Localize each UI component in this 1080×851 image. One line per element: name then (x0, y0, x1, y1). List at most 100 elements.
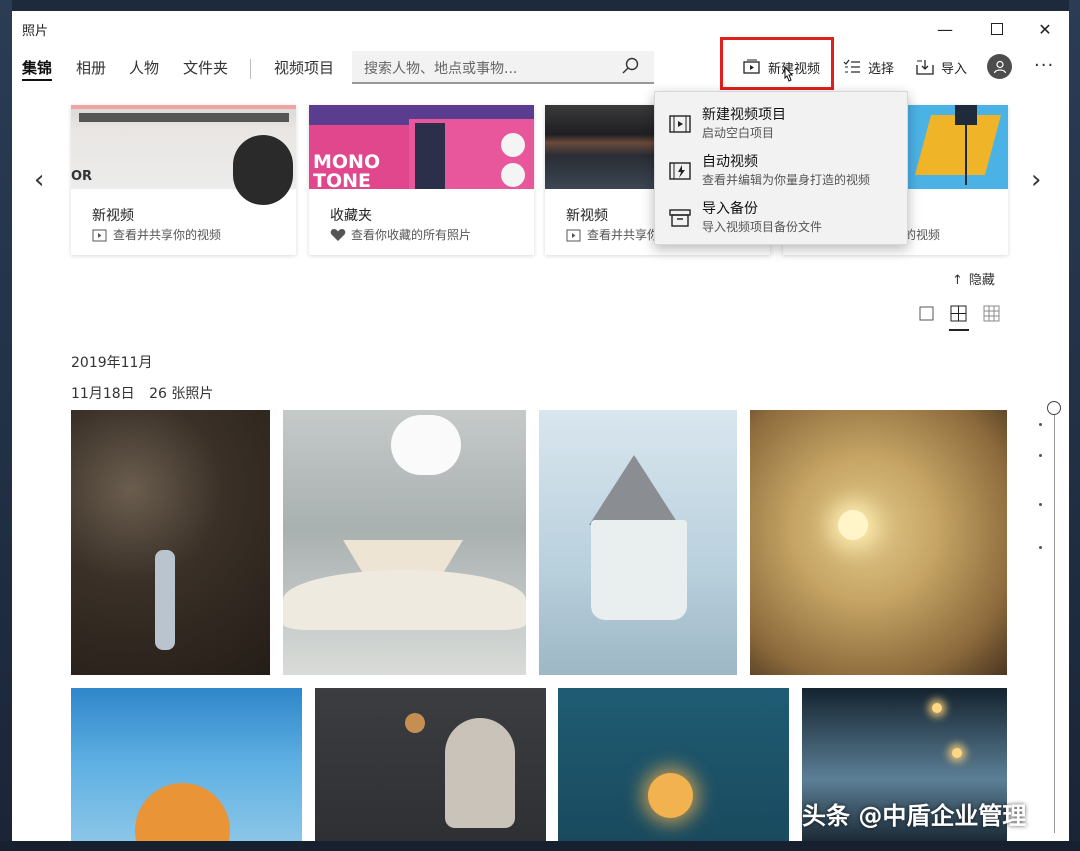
tab-collection[interactable]: 集锦 (22, 57, 53, 81)
menu-item-auto-video[interactable]: 自动视频 查看并编辑为你量身打造的视频 (655, 149, 907, 196)
thumbnail-text: OR (71, 169, 93, 184)
search-icon[interactable] (620, 56, 640, 76)
photo-thumbnail[interactable] (283, 410, 526, 675)
import-icon (915, 57, 935, 77)
maximize-button[interactable] (973, 11, 1021, 47)
menu-item-desc: 查看并编辑为你量身打造的视频 (702, 173, 871, 187)
video-icon (92, 228, 108, 242)
photo-thumbnail[interactable] (558, 688, 789, 841)
card-title: 新视频 (566, 208, 608, 224)
app-title: 照片 (22, 24, 49, 39)
photo-detail (445, 718, 515, 828)
menu-item-import-backup[interactable]: 导入备份 导入视频项目备份文件 (655, 196, 907, 243)
arrow-up-icon: ↑ (952, 273, 963, 288)
thumbnail-text: MONO TONE (313, 151, 381, 192)
timeline-scrollbar[interactable] (1054, 413, 1055, 833)
large-tile-view-icon[interactable] (918, 305, 936, 323)
photo-detail (952, 748, 962, 758)
photos-window: 照片 — ✕ 集锦 相册 人物 文件夹 视频项目 搜索人物、地点或事物... 新… (12, 11, 1069, 841)
top-navigation: 集锦 相册 人物 文件夹 视频项目 搜索人物、地点或事物... 新建视频 选择 (12, 51, 1069, 91)
card-thumbnail: OR (71, 105, 296, 205)
view-active-indicator (949, 329, 969, 331)
account-avatar[interactable] (987, 54, 1012, 79)
tab-albums[interactable]: 相册 (76, 57, 106, 87)
import-button[interactable]: 导入 (915, 50, 967, 84)
mouse-cursor-icon (784, 66, 794, 82)
day-label: 11月18日 (71, 386, 135, 402)
month-header: 2019年11月 (71, 355, 153, 371)
card-title: 收藏夹 (330, 208, 372, 224)
highlights-carousel: ‹ OR 新视频 查看并共享你的视频 MONO TONE 收藏夹 查看你收藏的所… (12, 105, 1069, 257)
import-label: 导入 (941, 61, 968, 77)
tab-video-projects[interactable]: 视频项目 (274, 57, 334, 87)
photo-thumbnail[interactable] (71, 410, 270, 675)
menu-item-title: 新建视频项目 (702, 107, 786, 123)
menu-item-new-video-project[interactable]: 新建视频项目 启动空白项目 (655, 102, 907, 149)
search-input[interactable]: 搜索人物、地点或事物... (364, 58, 517, 78)
search-box[interactable]: 搜索人物、地点或事物... (352, 51, 654, 84)
photo-thumbnail[interactable] (750, 410, 1007, 675)
photo-detail (135, 783, 230, 841)
photo-detail (648, 773, 693, 818)
card-thumbnail: MONO TONE (309, 105, 534, 192)
card-title: 新视频 (92, 208, 134, 224)
hide-label: 隐藏 (968, 273, 995, 288)
more-options-button[interactable]: ··· (1034, 55, 1054, 76)
highlight-card[interactable]: MONO TONE 收藏夹 查看你收藏的所有照片 (309, 105, 534, 255)
timeline-marker[interactable] (1039, 423, 1042, 426)
photo-thumbnail[interactable] (539, 410, 737, 675)
timeline-marker[interactable] (1039, 503, 1042, 506)
desktop-background-left (0, 0, 12, 851)
photo-detail (155, 550, 175, 650)
thumbnail-detail (233, 135, 293, 205)
chevron-right-icon: › (1031, 165, 1042, 195)
carousel-prev-button[interactable]: ‹ (34, 165, 44, 195)
desktop-background-bottom (0, 841, 1080, 851)
desktop-background-right (1069, 0, 1080, 851)
nav-divider (250, 59, 251, 79)
card-subtitle: 查看并共享你的视频 (113, 228, 222, 242)
thumbnail-detail (71, 105, 296, 109)
select-button[interactable]: 选择 (842, 50, 894, 84)
thumbnail-detail (501, 133, 525, 157)
minimize-button[interactable]: — (921, 11, 969, 47)
photo-detail (932, 703, 942, 713)
new-video-dropdown-menu: 新建视频项目 启动空白项目 自动视频 查看并编辑为你量身打造的视频 导入备份 导… (654, 91, 908, 245)
photo-detail (589, 455, 679, 525)
tab-people[interactable]: 人物 (129, 57, 159, 87)
tab-folders[interactable]: 文件夹 (183, 57, 228, 87)
photo-detail (838, 510, 868, 540)
timeline-marker[interactable] (1039, 546, 1042, 549)
hide-highlights-button[interactable]: ↑ 隐藏 (952, 269, 995, 288)
photo-detail (591, 520, 687, 620)
close-button[interactable]: ✕ (1021, 11, 1069, 47)
heart-icon (330, 228, 346, 242)
menu-item-title: 自动视频 (702, 154, 758, 170)
carousel-next-button[interactable]: › (1031, 165, 1041, 195)
select-label: 选择 (868, 61, 895, 77)
photo-detail (405, 713, 425, 733)
video-icon (566, 228, 582, 242)
maximize-icon (991, 23, 1003, 35)
card-subtitle: 的视频 (904, 228, 941, 242)
timeline-marker[interactable] (1039, 454, 1042, 457)
photo-detail (391, 415, 461, 475)
chevron-left-icon: ‹ (34, 165, 45, 195)
medium-tile-view-icon[interactable] (950, 305, 968, 323)
thumbnail-detail (955, 105, 977, 125)
auto-video-icon (669, 162, 691, 180)
highlight-card[interactable]: OR 新视频 查看并共享你的视频 (71, 105, 296, 255)
photo-detail (283, 570, 526, 630)
close-icon: ✕ (1038, 19, 1052, 39)
photo-thumbnail[interactable] (315, 688, 546, 841)
card-subtitle: 查看你收藏的所有照片 (351, 228, 472, 242)
thumbnail-detail (501, 163, 525, 187)
menu-item-desc: 导入视频项目备份文件 (702, 220, 823, 234)
video-project-icon (669, 115, 691, 133)
small-tile-view-icon[interactable] (983, 305, 1001, 323)
checklist-icon (842, 57, 862, 77)
day-header: 11月18日 26 张照片 (71, 383, 213, 403)
photo-thumbnail[interactable] (71, 688, 302, 841)
card-subtitle-row: 查看你收藏的所有照片 (330, 226, 471, 243)
timeline-scroll-thumb[interactable] (1047, 401, 1061, 415)
